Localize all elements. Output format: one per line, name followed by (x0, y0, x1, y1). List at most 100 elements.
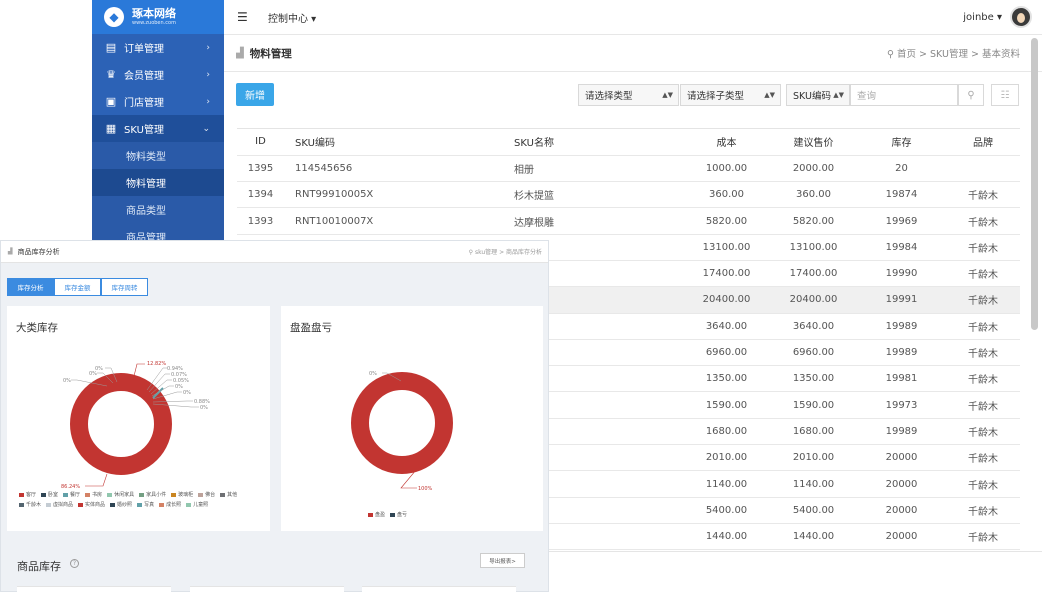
legend-swatch (19, 492, 24, 497)
help-icon[interactable]: ? (70, 559, 79, 568)
page-title: 物料管理 (249, 47, 292, 60)
clipboard-icon: ▤ (105, 41, 117, 54)
add-button[interactable]: 新增 (236, 83, 274, 106)
legend-item[interactable]: 千龄木 (19, 501, 41, 508)
cell-suggested-price: 5400.00 (770, 497, 857, 524)
cell-id: 1395 (237, 155, 284, 183)
legend-item[interactable]: 佛台 (198, 491, 215, 498)
legend-item[interactable]: 玻璃柜 (171, 491, 193, 498)
legend-item[interactable]: 餐厅 (63, 491, 80, 498)
tab-inventory-turnover[interactable]: 库存周转 (101, 278, 148, 296)
column-header-brand[interactable]: 品牌 (946, 129, 1020, 156)
sidebar-subitem-material-management[interactable]: 物料管理 (92, 169, 224, 196)
legend-label: 餐厅 (70, 492, 81, 498)
legend-item[interactable]: 盘盈 (368, 511, 385, 518)
tab-inventory-amount[interactable]: 库存金额 (54, 278, 101, 296)
legend-label: 佛台 (205, 492, 216, 498)
sidebar-item-stores[interactable]: ▣ 门店管理 › (92, 88, 224, 115)
sidebar-item-sku[interactable]: ▦ SKU管理 ⌄ (92, 115, 224, 142)
legend-label: 写真 (144, 502, 155, 508)
legend-item[interactable]: 婚纱照 (110, 501, 132, 508)
legend-label: 家具小件 (146, 492, 167, 498)
legend-swatch (198, 492, 204, 497)
subtype-select[interactable]: 请选择子类型 ▲▼ (680, 84, 781, 106)
user-name: joinbe (963, 11, 994, 23)
select-arrows-icon: ▲▼ (764, 91, 775, 99)
cell-suggested-price: 6960.00 (770, 339, 857, 367)
cell-brand: 千龄木 (946, 234, 1020, 261)
legend-item[interactable]: 书房 (85, 491, 102, 498)
cell-id: 1394 (237, 181, 284, 209)
legend-item[interactable]: 儿童照 (186, 501, 208, 508)
sidebar-item-orders[interactable]: ▤ 订单管理 › (92, 34, 224, 61)
logo-icon: ◆ (104, 7, 124, 27)
legend-label: 玻璃柜 (178, 492, 194, 498)
search-input[interactable]: 查询 (850, 84, 958, 106)
page-scrollbar[interactable] (1031, 38, 1038, 330)
sidebar-item-members[interactable]: ♛ 会员管理 › (92, 61, 224, 88)
column-header-id[interactable]: ID (237, 129, 284, 156)
bar-chart-icon: ▟ (8, 248, 13, 255)
legend-swatch (390, 512, 396, 517)
product-stock-title: 商品库存 (17, 560, 61, 573)
column-header-suggested-price[interactable]: 建议售价 (770, 129, 857, 156)
logo[interactable]: ◆ 琢本网络 www.zuoben.com (92, 0, 224, 34)
sidebar-item-label: SKU管理 (124, 125, 164, 136)
user-menu[interactable]: joinbe ▾ (963, 6, 1032, 28)
donut-label-small: 0% (89, 371, 97, 377)
advanced-search-button[interactable]: ☷ (991, 84, 1019, 106)
cell-sku-name: 杉木提篮 (503, 181, 683, 209)
cell-stock: 19990 (857, 260, 946, 288)
cell-suggested-price: 1680.00 (770, 418, 857, 446)
legend-item[interactable]: 客厅 (19, 491, 36, 498)
table-row[interactable]: 1393 RNT10010007X 达摩根雕 5820.00 5820.00 19969 千… (237, 207, 1020, 235)
legend-swatch (368, 512, 373, 517)
legend-item[interactable]: 其他 (220, 491, 237, 498)
legend-swatch (107, 492, 113, 497)
cell-sku-code: 114545656 (284, 155, 503, 183)
search-button[interactable]: ⚲ (958, 84, 984, 106)
column-header-sku-name[interactable]: SKU名称 (503, 129, 683, 156)
donut-segment-main[interactable] (70, 373, 172, 475)
table-row[interactable]: 1394 RNT99910005X 杉木提篮 360.00 360.00 19874 千龄木 (237, 181, 1020, 209)
export-report-button[interactable]: 导出报表> (480, 553, 525, 568)
legend-item[interactable]: 虚拟商品 (46, 501, 73, 508)
gain-loss-donut: 0% 100% (351, 371, 453, 492)
legend-item[interactable]: 盘亏 (390, 511, 407, 518)
cell-id: 1393 (237, 207, 284, 235)
column-header-stock[interactable]: 库存 (857, 129, 946, 156)
table-row[interactable]: 1395 114545656 相册 1000.00 2000.00 20 (237, 155, 1020, 183)
cell-suggested-price: 2010.00 (770, 444, 857, 472)
sidebar-subitem-product-type[interactable]: 商品类型 (92, 196, 224, 223)
control-center-menu[interactable]: 控制中心 ▾ (268, 10, 316, 25)
subtype-select-value: 请选择子类型 (687, 91, 745, 102)
sidebar-subitem-material-type[interactable]: 物料类型 (92, 142, 224, 169)
cell-sku-code: RNT10010007X (284, 207, 503, 235)
sku-field-select[interactable]: SKU编码 ▲▼ (786, 84, 850, 106)
cell-cost: 360.00 (683, 181, 770, 209)
legend-item[interactable]: 卧室 (41, 491, 58, 498)
tab-inventory-analysis[interactable]: 库存分析 (7, 278, 54, 296)
column-header-sku-code[interactable]: SKU编码 (284, 129, 503, 156)
legend-item[interactable]: 成长照 (159, 501, 181, 508)
donut-segment-gain[interactable] (351, 372, 453, 474)
donut-label-small: 0% (175, 384, 183, 390)
legend-item[interactable]: 家具小件 (139, 491, 166, 498)
avatar[interactable] (1010, 6, 1032, 28)
legend-item[interactable]: 实体商品 (78, 501, 105, 508)
cell-brand: 千龄木 (946, 418, 1020, 446)
table-bottom-divider (549, 551, 1042, 552)
cell-stock: 20 (857, 155, 946, 183)
breadcrumb-text: 首页 > SKU管理 > 基本资料 (897, 49, 1020, 60)
cell-suggested-price: 5820.00 (770, 207, 857, 235)
legend-item[interactable]: 休闲家具 (107, 491, 134, 498)
cell-sku-name: 达摩根雕 (503, 207, 683, 235)
chevron-right-icon: › (206, 96, 210, 107)
donut-label-main: 100% (418, 486, 433, 492)
menu-toggle-icon[interactable]: ☰ (237, 10, 251, 24)
legend-item[interactable]: 写真 (137, 501, 154, 508)
crown-icon: ♛ (106, 68, 116, 81)
column-header-cost[interactable]: 成本 (683, 129, 770, 156)
type-select[interactable]: 请选择类型 ▲▼ (578, 84, 679, 106)
cell-brand: 千龄木 (946, 286, 1020, 314)
